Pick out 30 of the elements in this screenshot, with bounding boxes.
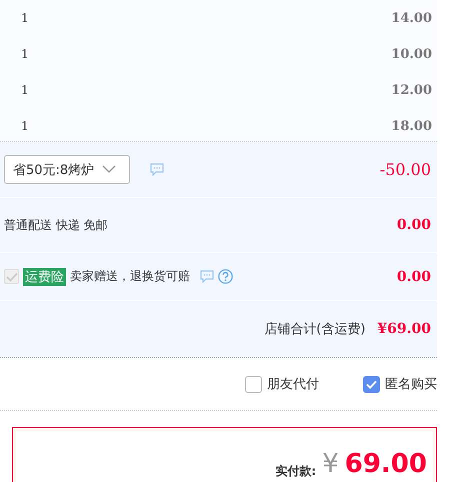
insurance-label: 卖家赠送，退换货可赔 [70,268,190,285]
insurance-amount: 0.00 [396,268,431,284]
delivery-amount: 0.00 [396,217,431,233]
shop-total-amount: ¥69.00 [377,321,431,337]
help-icon[interactable] [218,269,233,284]
quantity-text: 1 [21,83,29,97]
delivery-label: 普通配送 快递 免邮 [4,216,108,234]
promotion-select[interactable]: 省50元:8烤炉 [4,155,130,184]
check-icon [6,272,18,282]
subtotal-text: 18.00 [391,118,432,134]
shop-total-label: 店铺合计(含运费) [264,321,366,338]
message-icon[interactable] [150,163,164,176]
option-label: 朋友代付 [267,376,319,393]
quantity-text: 1 [21,11,29,25]
discount-amount: -50.00 [380,160,431,179]
subtotal-text: 10.00 [391,46,432,62]
option-checkbox[interactable] [363,376,380,392]
insurance-tag: 运费险 [23,268,66,286]
subtotal-text: 12.00 [391,82,432,98]
subtotal-text: 14.00 [391,10,432,26]
check-icon [366,380,377,388]
payment-label: 实付款: [275,463,316,480]
payment-amount: 69.00 [344,451,427,477]
message-icon[interactable] [200,270,214,283]
quantity-text: 1 [21,119,29,133]
currency-symbol: ¥ [322,451,339,477]
option-label: 匿名购买 [385,376,437,393]
caret-icon [102,165,116,174]
option-checkbox[interactable] [245,376,262,392]
quantity-text: 1 [21,47,29,61]
